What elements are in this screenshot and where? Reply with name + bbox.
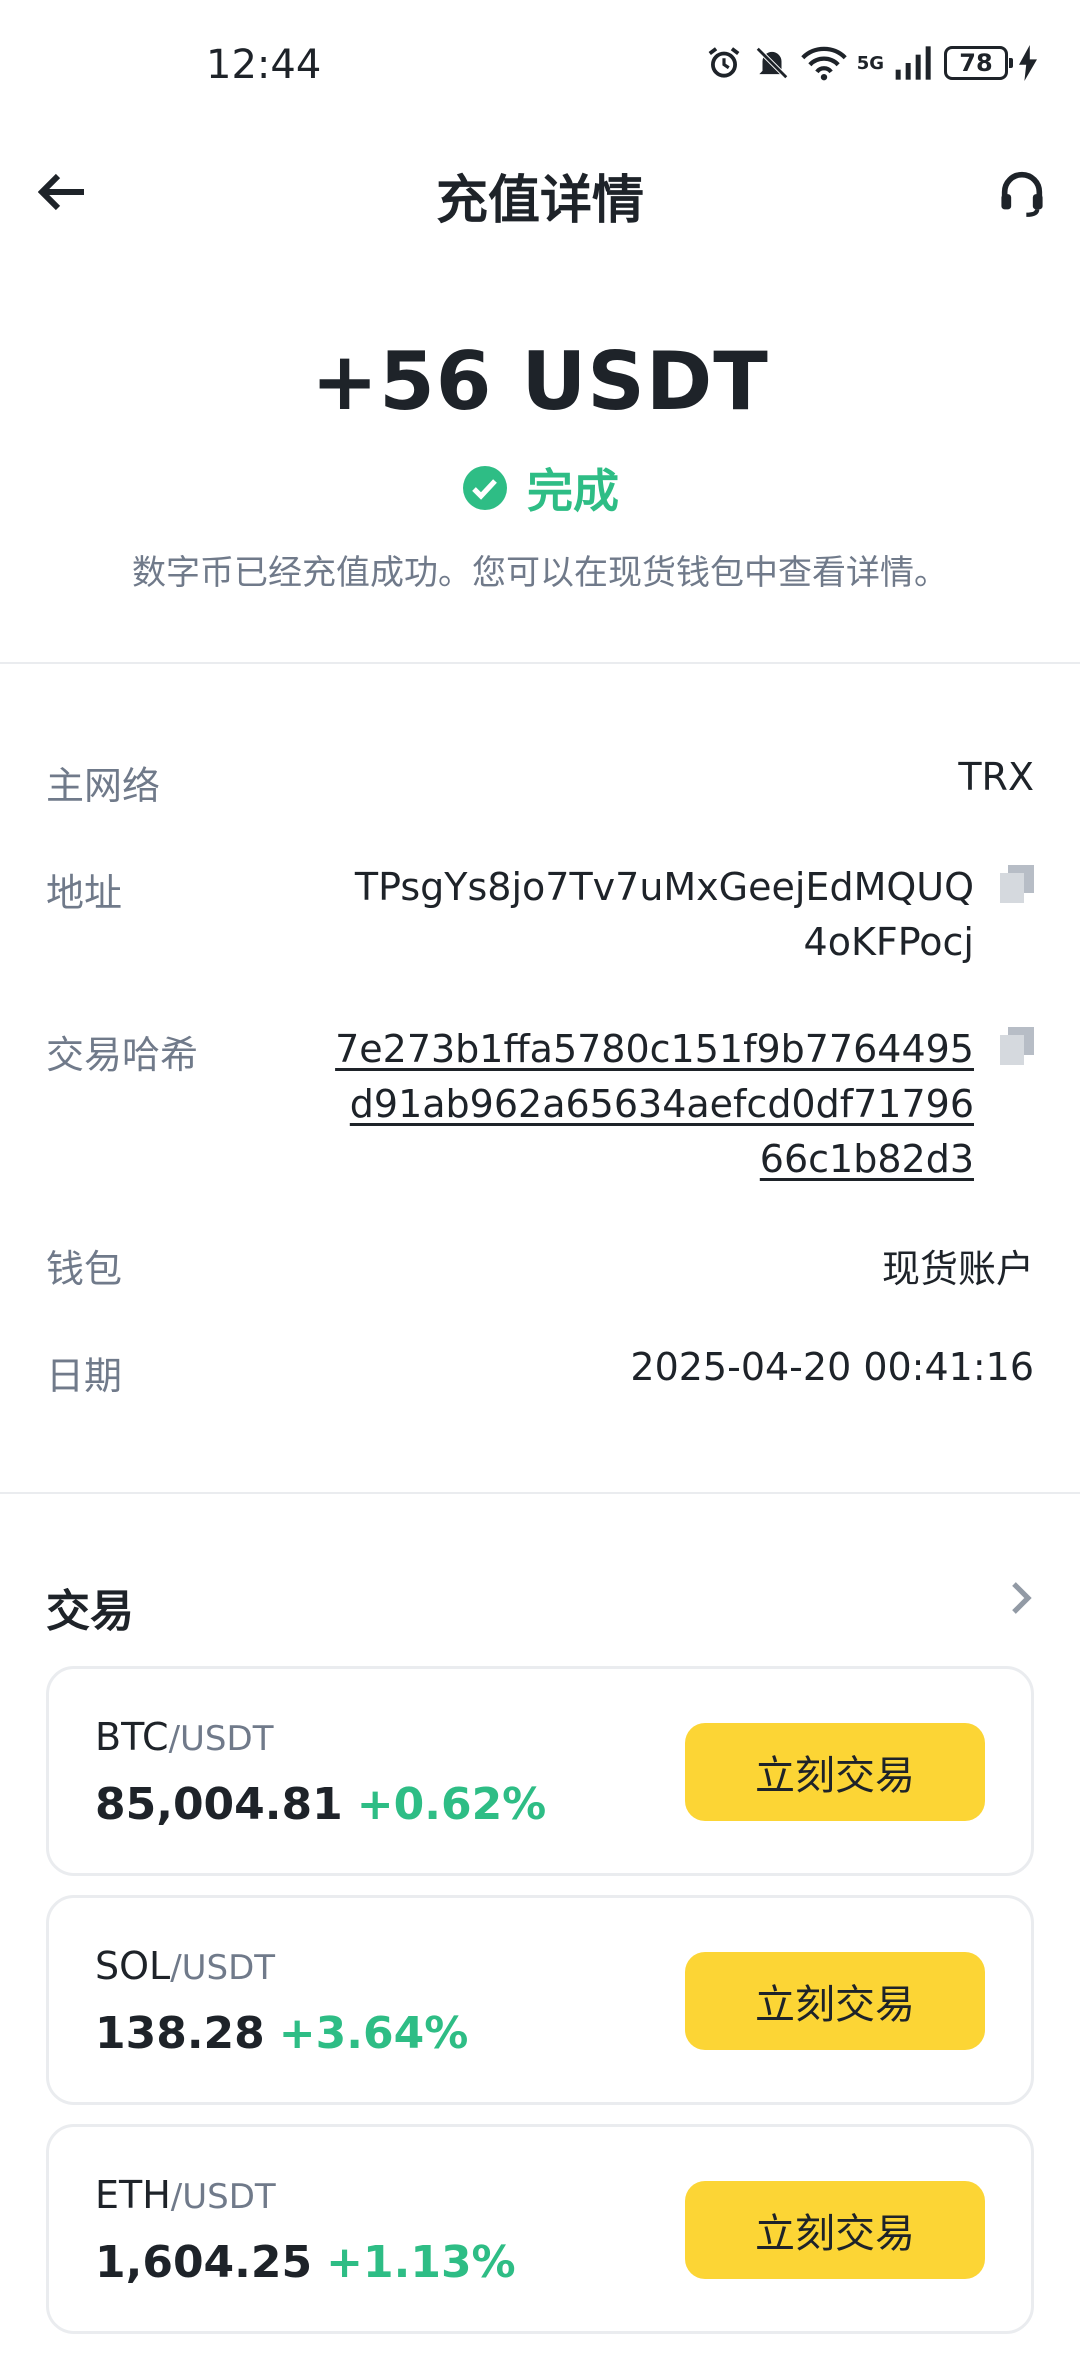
status-row: 完成	[0, 455, 1080, 521]
address-value: TPsgYs8jo7Tv7uMxGeejEdMQUQ4oKFPocj	[354, 865, 974, 964]
price-change: +3.64%	[278, 2008, 469, 2059]
battery-icon: 78	[944, 46, 1013, 80]
price-row: 85,004.81 +0.62%	[95, 1779, 546, 1830]
chevron-right-icon[interactable]	[1000, 1578, 1040, 1618]
deposit-amount: +56 USDT	[311, 335, 769, 428]
wifi-icon	[800, 46, 847, 81]
date-label: 日期	[46, 1354, 123, 1398]
trade-now-button[interactable]: 立刻交易	[685, 1723, 985, 1821]
price: 1,604.25	[95, 2237, 313, 2288]
network-type: 5G	[856, 52, 884, 74]
check-circle-icon	[463, 466, 507, 510]
headset-icon	[1001, 171, 1043, 217]
trade-card-btc[interactable]: BTC/USDT 85,004.81 +0.62% 立刻交易	[46, 1666, 1034, 1876]
support-button[interactable]	[990, 160, 1054, 224]
pair-quote: /USDT	[170, 1948, 276, 1988]
network-value: TRX	[958, 755, 1034, 799]
divider	[0, 662, 1080, 664]
pair-base: SOL	[95, 1944, 171, 1988]
pair-label: ETH/USDT	[95, 2173, 276, 2217]
status-icons: 5G 78	[705, 44, 1038, 82]
price-row: 1,604.25 +1.13%	[95, 2237, 516, 2288]
pair-quote: /USDT	[170, 2177, 276, 2217]
trade-card-sol[interactable]: SOL/USDT 138.28 +3.64% 立刻交易	[46, 1895, 1034, 2105]
signal-icon	[895, 46, 931, 80]
divider	[0, 1492, 1080, 1494]
price-row: 138.28 +3.64%	[95, 2008, 468, 2059]
price-change: +1.13%	[326, 2237, 516, 2288]
alarm-icon	[708, 47, 740, 78]
network-label: 主网络	[46, 764, 161, 808]
trade-section-title: 交易	[46, 1586, 134, 1637]
page-title: 充值详情	[435, 171, 644, 231]
mute-icon	[755, 47, 788, 79]
status-badge: 完成	[527, 464, 619, 518]
pair-label: SOL/USDT	[95, 1944, 275, 1988]
date-value: 2025-04-20 00:41:16	[630, 1345, 1034, 1389]
price: 138.28	[95, 2008, 265, 2059]
price-change: +0.62%	[356, 1779, 547, 1830]
address-label: 地址	[46, 871, 123, 915]
copy-hash-icon[interactable]	[1000, 1027, 1034, 1065]
hash-link[interactable]: 7e273b1ffa5780c151f9b7764495d91ab962a656…	[334, 1022, 974, 1187]
pair-base: ETH	[95, 2173, 171, 2217]
wallet-label: 钱包	[46, 1247, 123, 1291]
charging-icon	[1019, 45, 1037, 81]
wallet-value: 现货账户	[881, 1247, 1034, 1291]
status-time: 12:44	[206, 42, 322, 88]
trade-now-button[interactable]: 立刻交易	[685, 1952, 985, 2050]
pair-base: BTC	[95, 1715, 169, 1759]
status-description: 数字币已经充值成功。您可以在现货钱包中查看详情。	[132, 553, 948, 593]
pair-quote: /USDT	[168, 1719, 274, 1759]
copy-address-icon[interactable]	[1000, 865, 1034, 903]
hash-label: 交易哈希	[46, 1033, 199, 1077]
trade-now-button[interactable]: 立刻交易	[685, 2181, 985, 2279]
pair-label: BTC/USDT	[95, 1715, 273, 1759]
trade-card-eth[interactable]: ETH/USDT 1,604.25 +1.13% 立刻交易	[46, 2124, 1034, 2334]
price: 85,004.81	[95, 1779, 343, 1830]
